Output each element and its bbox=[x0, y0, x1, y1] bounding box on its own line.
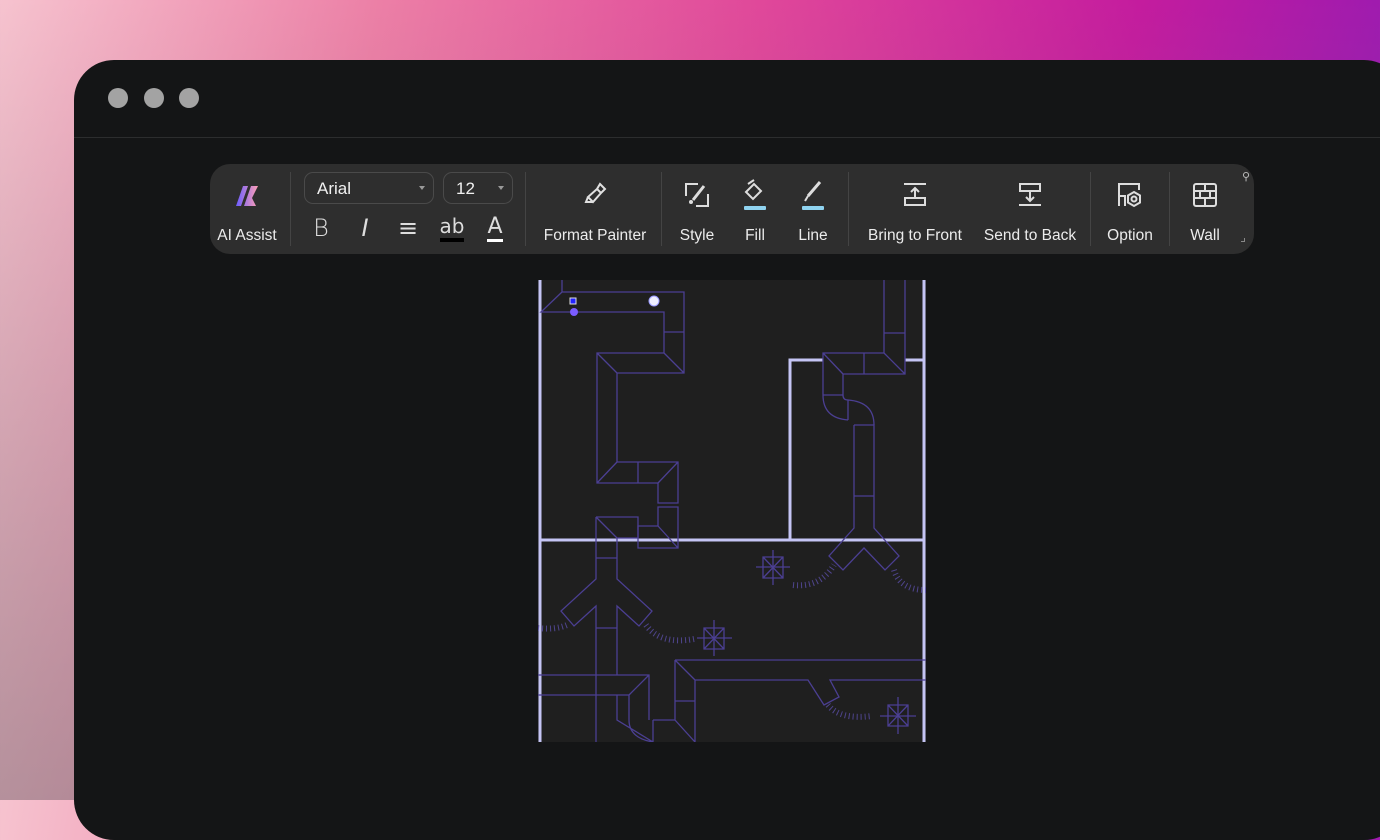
divider bbox=[290, 172, 291, 246]
bring-to-front-label: Bring to Front bbox=[868, 227, 962, 244]
floor-plan-drawing[interactable] bbox=[538, 280, 926, 742]
drawing-canvas[interactable] bbox=[538, 280, 926, 742]
send-to-back-icon bbox=[1019, 183, 1041, 206]
style-icon bbox=[685, 183, 709, 207]
bring-to-front-icon bbox=[904, 183, 926, 206]
font-size-value: 12 bbox=[456, 179, 475, 198]
format-painter-button[interactable]: Format Painter bbox=[535, 178, 655, 254]
line-button[interactable]: Line bbox=[788, 178, 838, 254]
option-icon bbox=[1118, 183, 1141, 208]
ai-assist-icon bbox=[236, 186, 258, 206]
window-close-button[interactable] bbox=[108, 88, 128, 108]
wall-brick-icon bbox=[1193, 183, 1217, 207]
app-window: AI Assist Arial 12 B I ≡ ab A Format Pai… bbox=[74, 60, 1380, 840]
option-label: Option bbox=[1107, 227, 1153, 244]
send-to-back-button[interactable]: Send to Back bbox=[974, 178, 1086, 254]
brush-line-icon bbox=[802, 181, 824, 210]
ducts bbox=[538, 280, 926, 742]
window-minimize-button[interactable] bbox=[144, 88, 164, 108]
style-button[interactable]: Style bbox=[670, 178, 724, 254]
italic-icon: I bbox=[361, 214, 369, 242]
highlight-button[interactable]: ab bbox=[436, 214, 468, 246]
window-maximize-button[interactable] bbox=[179, 88, 199, 108]
paintbrush-icon bbox=[584, 182, 607, 204]
paint-bucket-icon bbox=[744, 179, 766, 210]
send-to-back-label: Send to Back bbox=[983, 227, 1077, 244]
format-painter-label: Format Painter bbox=[543, 227, 647, 244]
chevron-down-icon bbox=[419, 186, 425, 190]
floating-toolbar: AI Assist Arial 12 B I ≡ ab A Format Pai… bbox=[210, 164, 1254, 254]
option-button[interactable]: Option bbox=[1096, 178, 1164, 254]
pin-icon[interactable]: ⚲ bbox=[1242, 170, 1250, 183]
selection-handles bbox=[569, 295, 660, 316]
title-bar bbox=[74, 60, 1380, 138]
font-family-value: Arial bbox=[317, 179, 352, 198]
divider bbox=[1169, 172, 1170, 246]
align-icon: ≡ bbox=[397, 214, 419, 242]
fill-label: Fill bbox=[745, 227, 765, 244]
font-family-select[interactable]: Arial bbox=[304, 172, 434, 204]
divider bbox=[661, 172, 662, 246]
bold-icon: B bbox=[313, 214, 329, 242]
line-label: Line bbox=[798, 227, 828, 244]
rotation-handle[interactable] bbox=[648, 295, 660, 307]
font-color-icon: A bbox=[487, 214, 503, 242]
selection-handle-square[interactable] bbox=[569, 297, 577, 305]
chevron-down-icon bbox=[498, 186, 504, 190]
diffusers bbox=[697, 550, 916, 734]
selection-handle-point[interactable] bbox=[570, 308, 578, 316]
align-button[interactable]: ≡ bbox=[392, 214, 424, 246]
italic-button[interactable]: I bbox=[349, 214, 381, 246]
fill-button[interactable]: Fill bbox=[730, 178, 780, 254]
font-color-button[interactable]: A bbox=[479, 214, 511, 246]
bring-to-front-button[interactable]: Bring to Front bbox=[858, 178, 972, 254]
highlight-icon: ab bbox=[439, 214, 465, 242]
divider bbox=[1090, 172, 1091, 246]
bold-button[interactable]: B bbox=[305, 214, 337, 246]
walls bbox=[538, 280, 926, 742]
font-size-select[interactable]: 12 bbox=[443, 172, 513, 204]
resize-handle-icon[interactable] bbox=[1241, 238, 1245, 242]
ai-assist-label: AI Assist bbox=[217, 227, 277, 244]
ai-assist-button[interactable]: AI Assist bbox=[214, 178, 280, 254]
style-label: Style bbox=[679, 227, 715, 244]
divider bbox=[525, 172, 526, 246]
divider bbox=[848, 172, 849, 246]
wall-button[interactable]: Wall bbox=[1174, 178, 1236, 254]
wall-label: Wall bbox=[1190, 227, 1220, 244]
